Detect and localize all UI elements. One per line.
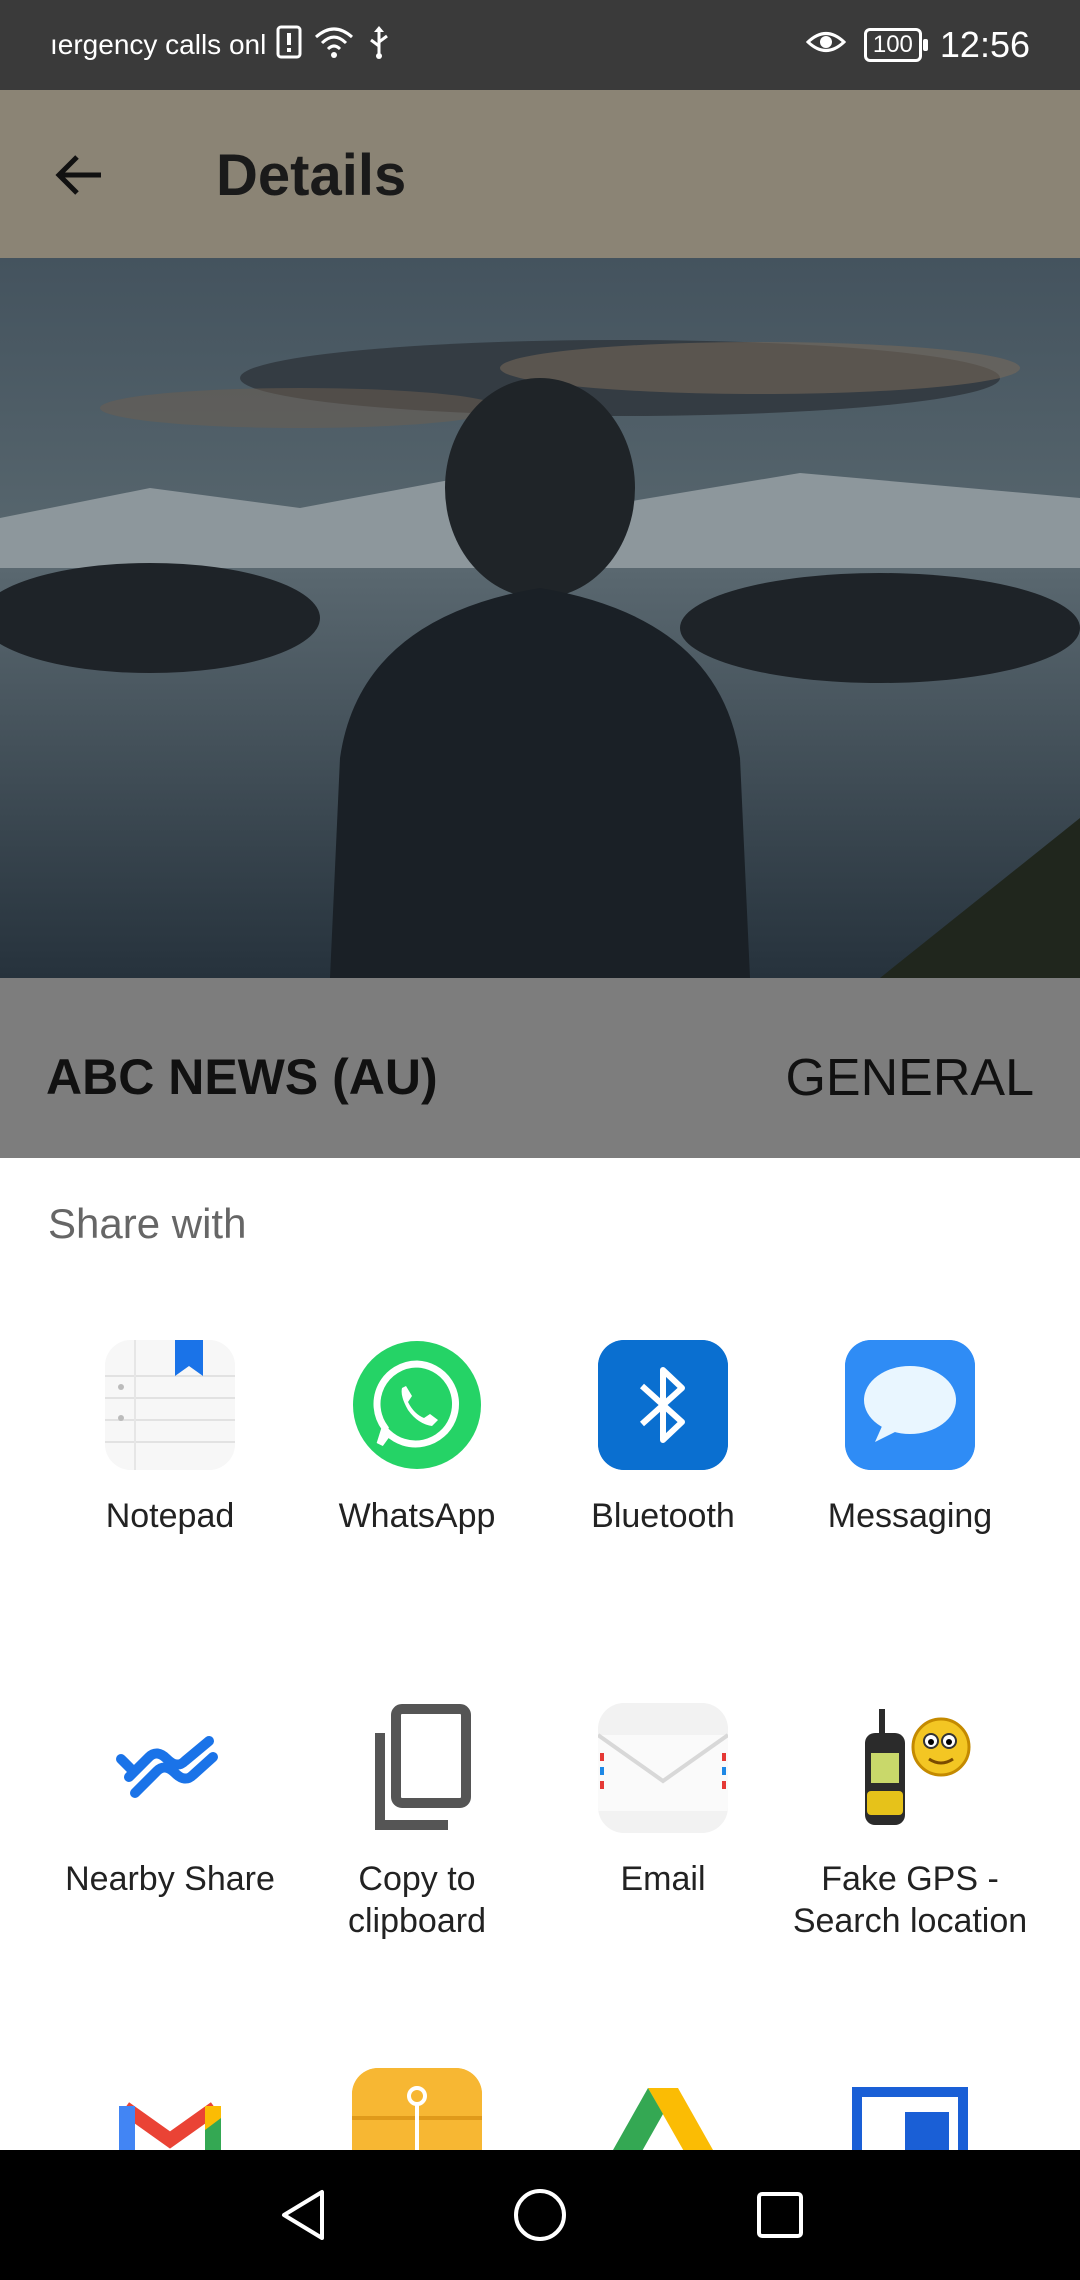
news-category: GENERAL [785,1049,1034,1107]
share-label: Fake GPS - Search location [792,1860,1028,1940]
gmail-icon [105,2068,235,2150]
article-meta: ABC NEWS (AU) GENERAL [0,978,1080,1158]
copy-icon [352,1703,482,1833]
share-label: Copy to clipboard [348,1860,486,1940]
share-target-messaging[interactable]: Messaging [775,1340,1045,1570]
archive-icon [352,2068,482,2150]
drive-icon [598,2068,728,2150]
share-label: Email [620,1860,706,1898]
square-recents-icon [757,2192,803,2238]
battery-icon: 100 [863,28,928,62]
share-target-drive[interactable] [528,2068,798,2150]
share-label: Nearby Share [65,1860,275,1898]
share-label: Messaging [827,1497,993,1535]
share-label: WhatsApp [338,1497,496,1535]
triangle-back-icon [282,2190,324,2240]
share-label: Bluetooth [591,1497,735,1535]
eye-comfort-icon [805,24,847,66]
share-sheet-title: Share with [48,1200,247,1247]
messaging-icon [845,1340,975,1470]
share-target-copy[interactable]: Copy to clipboard [282,1703,552,1983]
back-button[interactable] [44,140,114,210]
share-label: Notepad [105,1497,235,1535]
share-target-gmail[interactable] [35,2068,305,2150]
share-target-archive[interactable] [282,2068,552,2150]
share-sheet: Share with Notepad WhatsApp Bluetooth Me… [0,1158,1080,2150]
page-title: Details [216,143,407,208]
app-bar: Details [0,90,1080,258]
carrier-text: ıergency calls onl [50,29,267,60]
share-target-nearby-share[interactable]: Nearby Share [35,1703,305,1983]
share-target-email[interactable]: Email [528,1703,798,1983]
clock: 12:56 [939,24,1030,65]
article-image [0,258,1080,978]
share-target-window[interactable] [775,2068,1045,2150]
whatsapp-icon [352,1340,482,1470]
sim-alert-icon [276,25,302,66]
status-bar: ıergency calls onl 100 12:56 [0,0,1080,90]
nav-home-button[interactable] [505,2180,575,2250]
share-target-fake-gps[interactable]: Fake GPS - Search location [775,1703,1045,1983]
usb-icon [366,24,392,67]
nearby-share-icon [105,1703,235,1833]
fake-gps-icon [845,1703,975,1833]
news-source: ABC NEWS (AU) [46,1049,438,1105]
nav-recents-button[interactable] [745,2180,815,2250]
notepad-icon [105,1340,235,1470]
navigation-bar [0,2150,1080,2280]
share-target-notepad[interactable]: Notepad [35,1340,305,1570]
share-target-whatsapp[interactable]: WhatsApp [282,1340,552,1570]
status-right: 100 12:56 [805,0,1030,90]
wifi-icon [312,25,356,66]
bluetooth-icon [598,1340,728,1470]
nav-back-button[interactable] [270,2180,340,2250]
share-target-bluetooth[interactable]: Bluetooth [528,1340,798,1570]
arrow-left-icon [55,155,101,195]
email-icon [598,1703,728,1833]
status-left: ıergency calls onl [50,0,392,90]
circle-home-icon [514,2189,566,2241]
window-icon [845,2068,975,2150]
